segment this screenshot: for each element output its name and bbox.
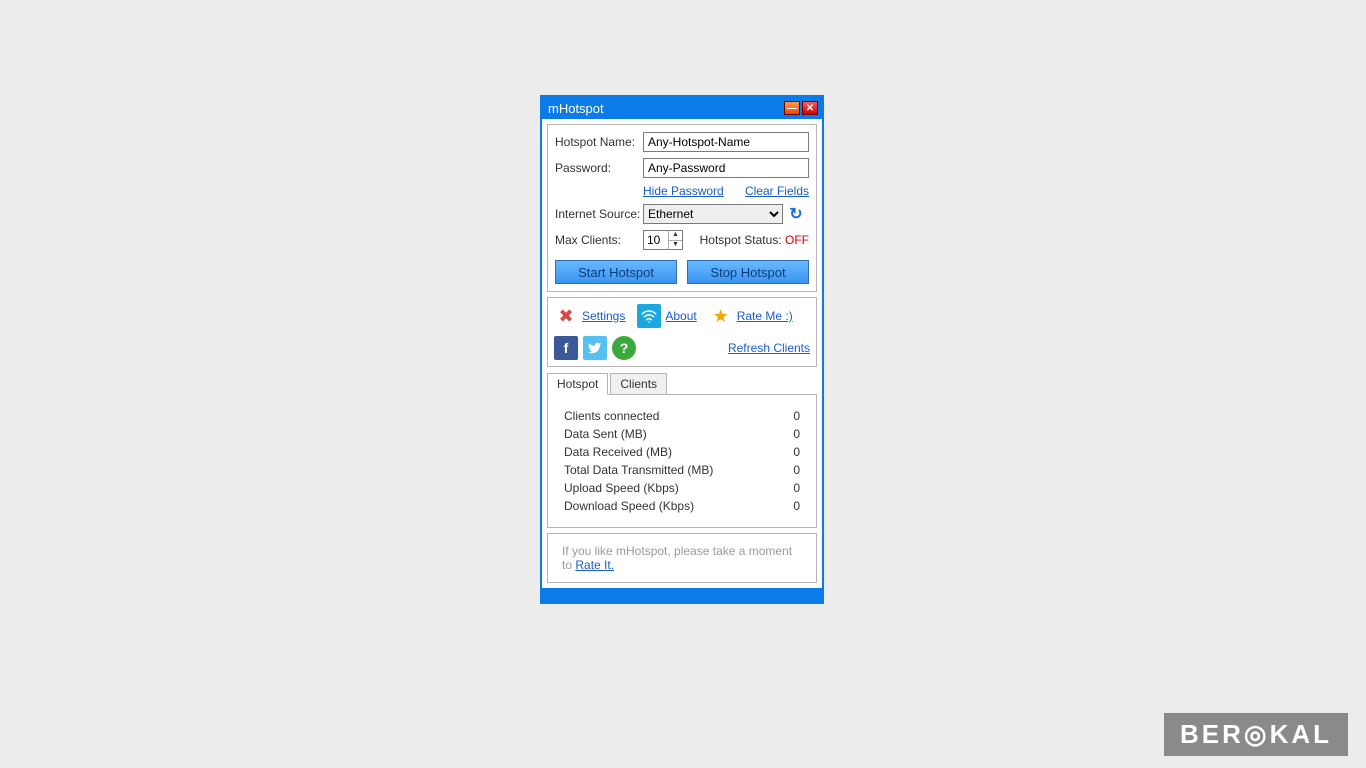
hotspot-status: Hotspot Status: OFF xyxy=(700,233,809,247)
stat-value: 0 xyxy=(793,427,800,441)
app-window: mHotspot — ✕ Hotspot Name: Password: Hid… xyxy=(540,95,824,604)
stat-value: 0 xyxy=(793,481,800,495)
wifi-icon xyxy=(637,304,661,328)
window-title: mHotspot xyxy=(548,101,782,116)
stat-value: 0 xyxy=(793,445,800,459)
stat-row: Total Data Transmitted (MB) 0 xyxy=(564,463,800,477)
rate-it-link[interactable]: Rate It. xyxy=(575,558,614,572)
internet-source-select[interactable]: Ethernet xyxy=(643,204,783,224)
stat-label: Total Data Transmitted (MB) xyxy=(564,463,713,477)
star-icon: ★ xyxy=(709,304,733,328)
stat-value: 0 xyxy=(793,409,800,423)
facebook-icon[interactable]: f xyxy=(554,336,578,360)
refresh-source-icon[interactable]: ↻ xyxy=(787,205,805,223)
stat-row: Clients connected 0 xyxy=(564,409,800,423)
hotspot-tab-body: Clients connected 0 Data Sent (MB) 0 Dat… xyxy=(547,394,817,528)
stat-label: Data Received (MB) xyxy=(564,445,672,459)
title-bar[interactable]: mHotspot — ✕ xyxy=(542,97,822,119)
tabs-area: Hotspot Clients Clients connected 0 Data… xyxy=(547,372,817,528)
stat-row: Upload Speed (Kbps) 0 xyxy=(564,481,800,495)
max-clients-input[interactable] xyxy=(644,231,668,249)
start-hotspot-button[interactable]: Start Hotspot xyxy=(555,260,677,284)
tab-hotspot[interactable]: Hotspot xyxy=(547,373,608,395)
bottom-bar xyxy=(542,588,822,602)
footer-panel: If you like mHotspot, please take a mome… xyxy=(547,533,817,583)
internet-source-label: Internet Source: xyxy=(555,207,643,221)
password-label: Password: xyxy=(555,161,643,175)
hotspot-status-label: Hotspot Status: xyxy=(700,233,782,247)
stat-label: Data Sent (MB) xyxy=(564,427,647,441)
watermark: BER◎KAL xyxy=(1164,713,1348,756)
stat-label: Upload Speed (Kbps) xyxy=(564,481,679,495)
minimize-button[interactable]: — xyxy=(784,101,800,115)
settings-icon: ✖ xyxy=(554,304,578,328)
stat-label: Download Speed (Kbps) xyxy=(564,499,694,513)
hotspot-status-value: OFF xyxy=(785,233,809,247)
settings-item[interactable]: ✖ Settings xyxy=(554,304,625,328)
stop-hotspot-button[interactable]: Stop Hotspot xyxy=(687,260,809,284)
stat-label: Clients connected xyxy=(564,409,659,423)
toolbar-panel: ✖ Settings About ★ Rate Me :) f ? Refres… xyxy=(547,297,817,367)
rate-item[interactable]: ★ Rate Me :) xyxy=(709,304,793,328)
twitter-icon[interactable] xyxy=(583,336,607,360)
about-link[interactable]: About xyxy=(665,309,696,323)
stat-value: 0 xyxy=(793,463,800,477)
stat-row: Data Sent (MB) 0 xyxy=(564,427,800,441)
stat-row: Download Speed (Kbps) 0 xyxy=(564,499,800,513)
close-button[interactable]: ✕ xyxy=(802,101,818,115)
refresh-clients-link[interactable]: Refresh Clients xyxy=(728,341,810,355)
config-panel: Hotspot Name: Password: Hide Password Cl… xyxy=(547,124,817,292)
about-item[interactable]: About xyxy=(637,304,696,328)
settings-link[interactable]: Settings xyxy=(582,309,625,323)
spinner-up-icon[interactable]: ▲ xyxy=(668,231,682,241)
hide-password-link[interactable]: Hide Password xyxy=(643,184,724,198)
hotspot-name-input[interactable] xyxy=(643,132,809,152)
stat-row: Data Received (MB) 0 xyxy=(564,445,800,459)
spinner-down-icon[interactable]: ▼ xyxy=(668,241,682,250)
clear-fields-link[interactable]: Clear Fields xyxy=(745,184,809,198)
max-clients-spinner[interactable]: ▲ ▼ xyxy=(643,230,683,250)
hotspot-name-label: Hotspot Name: xyxy=(555,135,643,149)
tab-clients[interactable]: Clients xyxy=(610,373,667,395)
help-icon[interactable]: ? xyxy=(612,336,636,360)
stat-value: 0 xyxy=(793,499,800,513)
max-clients-label: Max Clients: xyxy=(555,233,643,247)
password-input[interactable] xyxy=(643,158,809,178)
rate-link[interactable]: Rate Me :) xyxy=(737,309,793,323)
